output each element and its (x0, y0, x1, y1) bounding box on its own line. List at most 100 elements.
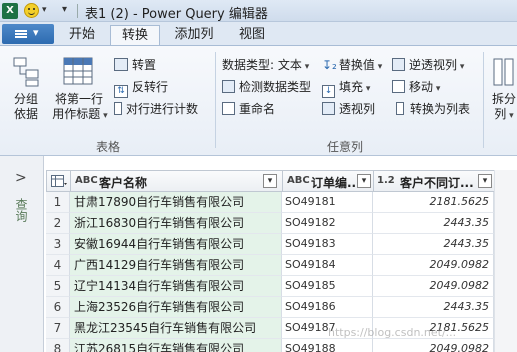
unpivot-label: 逆透视列 (409, 58, 458, 72)
row-number-cell[interactable]: 4 (46, 255, 70, 276)
smiley-feedback-icon[interactable] (24, 3, 39, 18)
table-row[interactable]: 5 辽宁14134自行车销售有限公司 SO49185 2049.0982 (46, 276, 506, 297)
reverse-rows-label: 反转行 (132, 80, 169, 94)
customer-name-cell[interactable]: 甘肃17890自行车销售有限公司 (70, 192, 282, 213)
row-number-cell[interactable]: 8 (46, 339, 70, 352)
row-number-cell[interactable]: 5 (46, 276, 70, 297)
tab-home[interactable]: 开始 (58, 25, 106, 46)
customer-name-cell[interactable]: 辽宁14134自行车销售有限公司 (70, 276, 282, 297)
text-type-icon[interactable]: ABC (287, 175, 310, 186)
row-number-cell[interactable]: 2 (46, 213, 70, 234)
replace-values-icon: ↧₂ (322, 58, 337, 72)
row-number-cell[interactable]: 6 (46, 297, 70, 318)
reverse-rows-icon: ⇅ (114, 85, 128, 98)
data-type-caret-icon: ▾ (301, 62, 310, 72)
filter-dropdown-icon[interactable]: ▾ (357, 174, 371, 188)
quick-access-customize-icon[interactable]: ▾ (62, 4, 67, 15)
distinct-orders-cell[interactable]: 2443.35 (373, 234, 494, 255)
distinct-orders-cell[interactable]: 2443.35 (373, 297, 494, 318)
fill-caret-icon: ▾ (363, 84, 371, 94)
distinct-orders-cell[interactable]: 2049.0982 (373, 339, 494, 352)
convert-list-label: 转换为列表 (410, 102, 471, 116)
text-type-icon[interactable]: ABC (75, 175, 98, 186)
order-number-cell[interactable]: SO49186 (282, 297, 373, 318)
tab-view[interactable]: 视图 (228, 25, 276, 46)
table-row[interactable]: 8 江苏26815自行车销售有限公司 SO49188 2049.0982 (46, 339, 506, 352)
tab-transform[interactable]: 转换 (110, 25, 160, 46)
rename-button[interactable]: 重命名 (222, 100, 275, 117)
column-name-customer: 客户名称 (99, 176, 148, 190)
queries-pane-label[interactable]: 查询 (13, 198, 30, 222)
move-caret-icon: ▾ (433, 84, 441, 94)
table-menu-header[interactable] (46, 170, 71, 192)
watermark-text: https://blog.csdn.net/... (328, 326, 457, 339)
replace-values-button[interactable]: ↧₂ 替换值 ▾ (322, 56, 382, 73)
column-header-distinct-orders[interactable]: 1.2 客户不同订... ▾ (373, 170, 495, 192)
order-number-cell[interactable]: SO49185 (282, 276, 373, 297)
customer-name-cell[interactable]: 安徽16944自行车销售有限公司 (70, 234, 282, 255)
detect-data-type-button[interactable]: 检测数据类型 (222, 78, 311, 95)
column-header-customer-name[interactable]: ABC 客户名称 ▾ (70, 170, 283, 192)
group-by-icon (13, 57, 39, 87)
filter-dropdown-icon[interactable]: ▾ (263, 174, 277, 188)
move-label: 移动 (409, 80, 434, 94)
row-number-cell[interactable]: 3 (46, 234, 70, 255)
decimal-type-icon[interactable]: 1.2 (377, 175, 395, 186)
customer-name-cell[interactable]: 上海23526自行车销售有限公司 (70, 297, 282, 318)
fill-button[interactable]: ↓ 填充 ▾ (322, 78, 370, 98)
group-separator-2 (483, 52, 484, 148)
row-number-cell[interactable]: 1 (46, 192, 70, 213)
transpose-button[interactable]: 转置 (114, 56, 156, 73)
queries-pane-collapsed: > 查询 (0, 156, 44, 352)
use-first-row-as-headers-button[interactable]: 将第一行 用作标题 ▾ (48, 54, 110, 132)
ribbon-tab-strip: 开始 转换 添加列 视图 (0, 22, 517, 46)
distinct-orders-cell[interactable]: 2049.0982 (373, 276, 494, 297)
column-name-distinct: 客户不同订... (400, 176, 474, 190)
table-row[interactable]: 6 上海23526自行车销售有限公司 SO49186 2443.35 (46, 297, 506, 318)
split-column-label-1: 拆分 (492, 92, 517, 106)
count-rows-button[interactable]: 对行进行计数 (114, 100, 198, 117)
distinct-orders-cell[interactable]: 2049.0982 (373, 255, 494, 276)
order-number-cell[interactable]: SO49183 (282, 234, 373, 255)
column-header-order-number[interactable]: ABC 订单编... ▾ (282, 170, 374, 192)
order-number-cell[interactable]: SO49188 (282, 339, 373, 352)
convert-list-icon (396, 102, 404, 115)
count-rows-icon (114, 102, 122, 115)
title-separator (77, 4, 78, 18)
table-group-label: 表格 (96, 140, 121, 154)
customer-name-cell[interactable]: 黑龙江23545自行车销售有限公司 (70, 318, 282, 339)
unpivot-columns-button[interactable]: 逆透视列 ▾ (392, 56, 464, 73)
transpose-label: 转置 (132, 58, 157, 72)
distinct-orders-cell[interactable]: 2443.35 (373, 213, 494, 234)
split-column-icon (493, 58, 514, 86)
distinct-orders-cell[interactable]: 2181.5625 (373, 192, 494, 213)
tab-add-column[interactable]: 添加列 (164, 25, 224, 46)
customer-name-cell[interactable]: 浙江16830自行车销售有限公司 (70, 213, 282, 234)
row-number-cell[interactable]: 7 (46, 318, 70, 339)
fill-icon: ↓ (322, 85, 335, 98)
order-number-cell[interactable]: SO49181 (282, 192, 373, 213)
table-row[interactable]: 2 浙江16830自行车销售有限公司 SO49182 2443.35 (46, 213, 506, 234)
file-menu-button[interactable] (2, 24, 54, 44)
split-column-button[interactable]: 拆分 列 ▾ (490, 54, 517, 132)
smiley-dropdown-icon[interactable]: ▾ (42, 5, 47, 15)
group-by-button[interactable]: 分组 依据 (4, 54, 48, 132)
replace-values-caret-icon: ▾ (374, 62, 383, 72)
reverse-rows-button[interactable]: ⇅ 反转行 (114, 78, 168, 98)
transpose-icon (114, 58, 128, 71)
order-number-cell[interactable]: SO49184 (282, 255, 373, 276)
pivot-column-button[interactable]: 透视列 (322, 100, 375, 117)
convert-to-list-button[interactable]: 转换为列表 (396, 100, 470, 117)
customer-name-cell[interactable]: 江苏26815自行车销售有限公司 (70, 339, 282, 352)
data-type-dropdown[interactable]: 数据类型: 文本 ▾ (222, 56, 309, 73)
move-button[interactable]: 移动 ▾ (392, 78, 440, 95)
vertical-scrollbar[interactable] (494, 170, 517, 352)
filter-dropdown-icon[interactable]: ▾ (478, 174, 492, 188)
order-number-cell[interactable]: SO49182 (282, 213, 373, 234)
table-row[interactable]: 1 甘肃17890自行车销售有限公司 SO49181 2181.5625 (46, 192, 506, 213)
expand-queries-icon[interactable]: > (15, 170, 27, 186)
table-row[interactable]: 4 广西14129自行车销售有限公司 SO49184 2049.0982 (46, 255, 506, 276)
table-row[interactable]: 3 安徽16944自行车销售有限公司 SO49183 2443.35 (46, 234, 506, 255)
customer-name-cell[interactable]: 广西14129自行车销售有限公司 (70, 255, 282, 276)
data-type-label: 数据类型: 文本 (222, 58, 302, 72)
